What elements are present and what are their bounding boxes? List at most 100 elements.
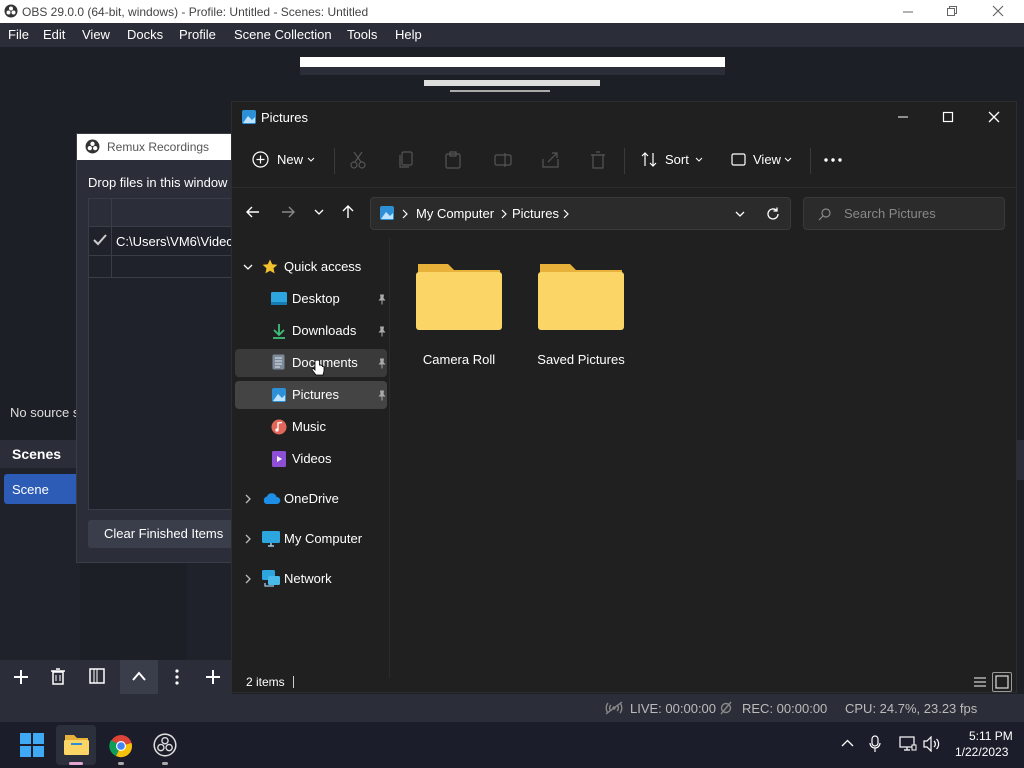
preview-thumbnail-titlebar xyxy=(300,57,725,67)
toolbar-divider xyxy=(334,148,335,174)
sort-button[interactable]: Sort xyxy=(640,150,704,172)
obs-status-bar: LIVE: 00:00:00 REC: 00:00:00 CPU: 24.7%,… xyxy=(0,694,1024,722)
more-options-icon[interactable] xyxy=(824,158,842,162)
menu-file[interactable]: File xyxy=(8,27,29,42)
view-button[interactable]: View xyxy=(730,150,794,172)
nav-quick-access[interactable]: Quick access xyxy=(235,253,387,281)
chevron-right-icon[interactable] xyxy=(245,574,251,584)
taskbar: 5:11 PM 1/22/2023 xyxy=(0,722,1024,768)
chevron-right-icon[interactable] xyxy=(245,534,251,544)
clear-finished-label: Clear Finished Items xyxy=(104,526,224,541)
folder-camera-roll[interactable]: Camera Roll xyxy=(407,262,511,367)
menu-profile[interactable]: Profile xyxy=(179,27,216,42)
obs-logo-icon xyxy=(4,4,18,18)
menu-help[interactable]: Help xyxy=(395,27,422,42)
nav-music[interactable]: Music xyxy=(235,413,387,441)
chevron-up-icon xyxy=(132,671,146,681)
add-scene-icon[interactable] xyxy=(13,669,29,685)
download-icon xyxy=(273,324,285,339)
network-status-icon[interactable] xyxy=(899,736,917,752)
nav-downloads[interactable]: Downloads xyxy=(235,317,387,345)
move-up-button[interactable] xyxy=(120,660,158,694)
folder-icon xyxy=(538,264,624,330)
rec-status: REC: 00:00:00 xyxy=(742,701,828,716)
add-source-icon[interactable] xyxy=(205,669,221,685)
clear-finished-button[interactable]: Clear Finished Items xyxy=(88,520,235,548)
clock-date[interactable]: 1/22/2023 xyxy=(955,745,1008,759)
clock-time[interactable]: 5:11 PM xyxy=(969,729,1013,743)
forward-arrow-icon[interactable] xyxy=(281,206,295,218)
rename-icon[interactable] xyxy=(494,152,512,168)
cloud-icon xyxy=(263,493,281,504)
pin-icon xyxy=(378,358,386,369)
nav-label: Pictures xyxy=(292,387,339,402)
scenes-dock-header: Scenes xyxy=(0,440,80,468)
obs-title-bar: OBS 29.0.0 (64-bit, windows) - Profile: … xyxy=(0,0,1024,23)
restore-icon[interactable] xyxy=(946,5,958,17)
close-icon[interactable] xyxy=(992,5,1004,17)
breadcrumb-pictures[interactable]: Pictures xyxy=(512,206,559,221)
scene-filters-icon[interactable] xyxy=(89,668,105,684)
paste-icon[interactable] xyxy=(445,151,461,169)
up-arrow-icon[interactable] xyxy=(342,205,354,219)
close-icon[interactable] xyxy=(988,111,1000,123)
share-icon[interactable] xyxy=(542,151,559,168)
new-button[interactable]: New xyxy=(250,150,320,172)
rec-icon xyxy=(720,701,732,715)
nav-pictures[interactable]: Pictures xyxy=(235,381,387,409)
obs-logo-icon xyxy=(85,139,100,154)
volume-icon[interactable] xyxy=(923,736,941,752)
toolbar-divider xyxy=(624,148,625,174)
chevron-down-icon xyxy=(307,157,315,162)
checkmark-icon xyxy=(93,234,107,246)
status-divider xyxy=(293,676,294,688)
breadcrumb-my-computer[interactable]: My Computer xyxy=(416,206,494,221)
minimize-icon[interactable] xyxy=(897,111,909,123)
menu-docks[interactable]: Docks xyxy=(127,27,163,42)
taskbar-chrome[interactable] xyxy=(101,725,141,765)
menu-view[interactable]: View xyxy=(82,27,110,42)
chevron-down-icon[interactable] xyxy=(243,264,253,270)
recent-locations-chevron-icon[interactable] xyxy=(314,209,324,215)
address-history-chevron-icon[interactable] xyxy=(735,211,745,217)
nav-videos[interactable]: Videos xyxy=(235,445,387,473)
menu-edit[interactable]: Edit xyxy=(43,27,65,42)
chevron-right-icon[interactable] xyxy=(245,494,251,504)
cut-icon[interactable] xyxy=(350,151,366,169)
back-arrow-icon[interactable] xyxy=(246,206,260,218)
maximize-icon[interactable] xyxy=(942,111,954,123)
preview-thumbnail-dialog xyxy=(424,80,600,86)
address-bar[interactable]: My Computer Pictures xyxy=(370,197,791,230)
refresh-icon[interactable] xyxy=(766,207,780,221)
microphone-icon[interactable] xyxy=(869,735,881,753)
tiles-view-button[interactable] xyxy=(992,672,1012,692)
taskbar-file-explorer[interactable] xyxy=(56,725,96,765)
nav-label: Desktop xyxy=(292,291,340,306)
nav-my-computer[interactable]: My Computer xyxy=(235,525,387,553)
nav-onedrive[interactable]: OneDrive xyxy=(235,485,387,513)
nav-desktop[interactable]: Desktop xyxy=(235,285,387,313)
windows-start-icon[interactable] xyxy=(20,733,44,757)
nav-label: My Computer xyxy=(284,531,363,546)
taskbar-obs[interactable] xyxy=(145,725,185,765)
running-app-indicator xyxy=(118,762,124,765)
more-icon[interactable] xyxy=(175,669,179,685)
menu-scene-collection[interactable]: Scene Collection xyxy=(234,27,332,42)
pin-icon xyxy=(378,294,386,305)
minimize-icon[interactable] xyxy=(902,6,914,18)
document-icon xyxy=(272,354,285,370)
search-input[interactable]: Search Pictures xyxy=(803,197,1005,230)
remove-scene-icon[interactable] xyxy=(50,668,66,685)
scene-item[interactable]: Scene xyxy=(4,474,80,504)
table-row[interactable]: C:\Users\VM6\Videc xyxy=(89,228,236,254)
pictures-icon xyxy=(380,206,394,220)
file-explorer-window: Pictures New Sort View My Computer Pictu… xyxy=(231,101,1018,693)
delete-icon[interactable] xyxy=(590,151,606,169)
menu-tools[interactable]: Tools xyxy=(347,27,377,42)
folder-saved-pictures[interactable]: Saved Pictures xyxy=(529,262,633,367)
chevron-up-icon[interactable] xyxy=(841,739,854,747)
copy-icon[interactable] xyxy=(398,151,414,169)
chevron-right-icon xyxy=(563,209,569,219)
nav-network[interactable]: Network xyxy=(235,565,387,593)
details-view-icon[interactable] xyxy=(972,674,988,690)
